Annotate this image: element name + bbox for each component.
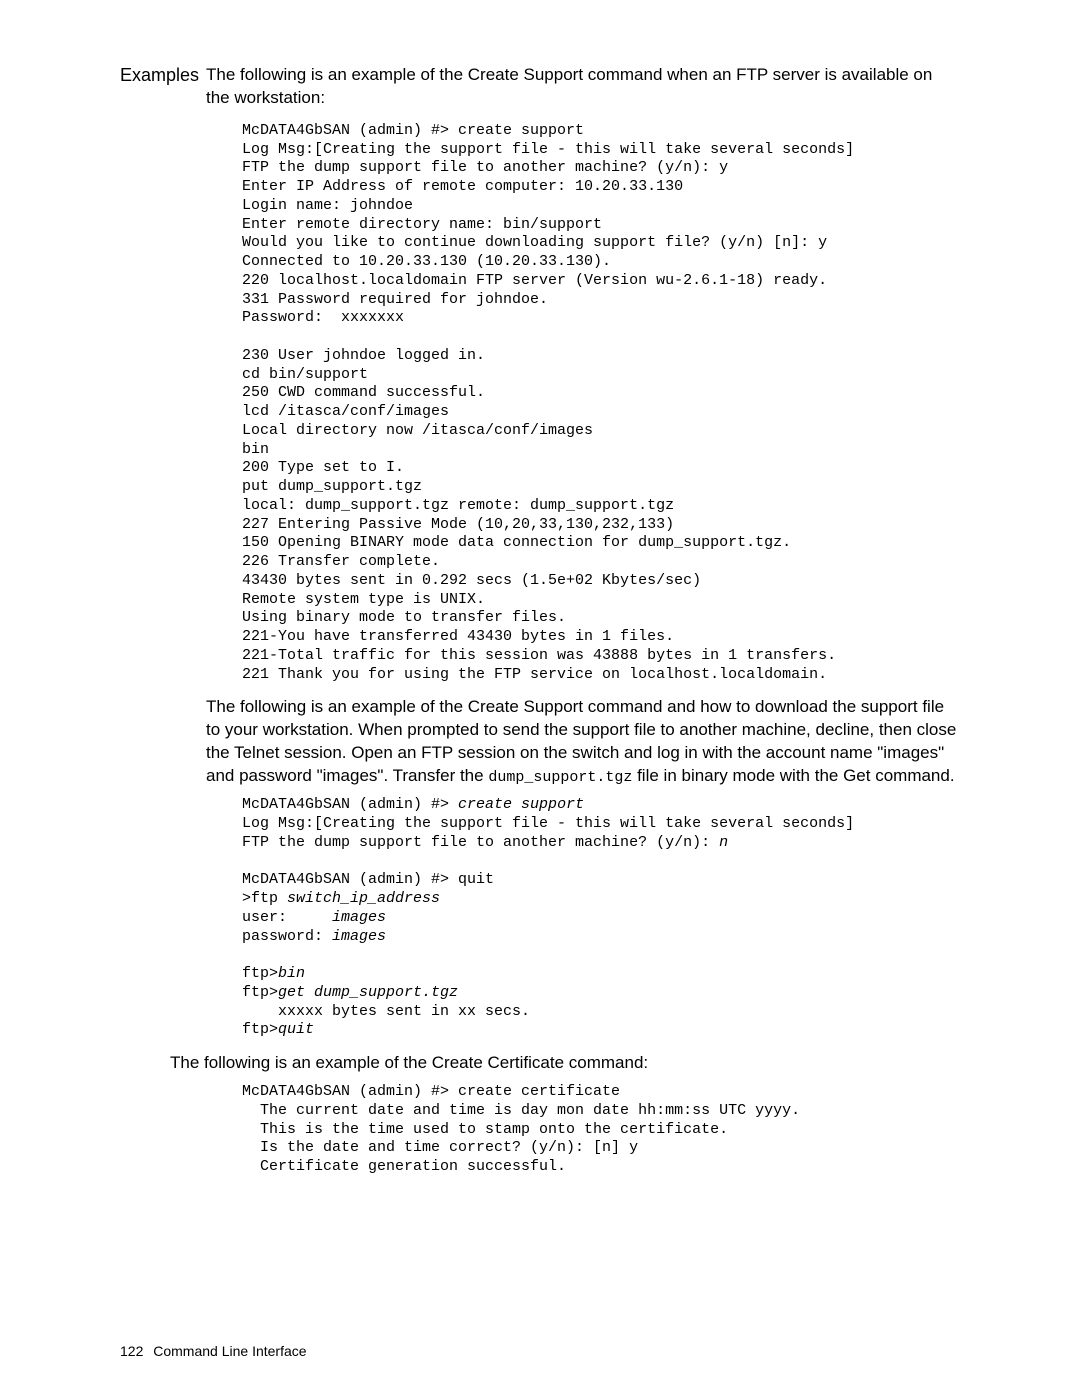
c2l7a: user:: [242, 909, 332, 926]
code-block-2: McDATA4GbSAN (admin) #> create support L…: [242, 796, 960, 1040]
c2l6a: >ftp: [242, 890, 287, 907]
c2l7b: images: [332, 909, 386, 926]
c2l11b: get dump_support.tgz: [278, 984, 458, 1001]
page-number: 122: [120, 1343, 143, 1359]
code-block-3: McDATA4GbSAN (admin) #> create certifica…: [242, 1083, 960, 1177]
page: Examples The following is an example of …: [0, 0, 1080, 1397]
c2l6b: switch_ip_address: [287, 890, 440, 907]
examples-label: Examples: [120, 64, 198, 86]
c2l3a: FTP the dump support file to another mac…: [242, 834, 719, 851]
code1-col: McDATA4GbSAN (admin) #> create support L…: [198, 114, 960, 1187]
intro2-code: dump_support.tgz: [488, 769, 632, 786]
intro3-text: The following is an example of the Creat…: [170, 1052, 960, 1075]
c2l8b: images: [332, 928, 386, 945]
code-block-1: McDATA4GbSAN (admin) #> create support L…: [242, 122, 960, 685]
c2l13a: ftp>: [242, 1021, 278, 1038]
c2l3b: n: [719, 834, 728, 851]
c2l5: McDATA4GbSAN (admin) #> quit: [242, 871, 494, 888]
c2l1b: create support: [458, 796, 584, 813]
c2l8a: password:: [242, 928, 332, 945]
c2l10a: ftp>: [242, 965, 278, 982]
footer-title: Command Line Interface: [153, 1343, 306, 1359]
c2l13b: quit: [278, 1021, 314, 1038]
c2l10b: bin: [278, 965, 305, 982]
intro2b: file in binary mode with the Get command…: [632, 766, 954, 785]
c2l1a: McDATA4GbSAN (admin) #>: [242, 796, 458, 813]
intro1-text: The following is an example of the Creat…: [198, 64, 960, 110]
spacer: [120, 114, 198, 115]
intro2-text: The following is an example of the Creat…: [206, 696, 960, 788]
c2l11a: ftp>: [242, 984, 278, 1001]
code1-row: McDATA4GbSAN (admin) #> create support L…: [120, 114, 960, 1187]
c2l2: Log Msg:[Creating the support file - thi…: [242, 815, 854, 832]
page-footer: 122 Command Line Interface: [120, 1343, 307, 1359]
c2l12: xxxxx bytes sent in xx secs.: [242, 1003, 530, 1020]
examples-row: Examples The following is an example of …: [120, 64, 960, 110]
